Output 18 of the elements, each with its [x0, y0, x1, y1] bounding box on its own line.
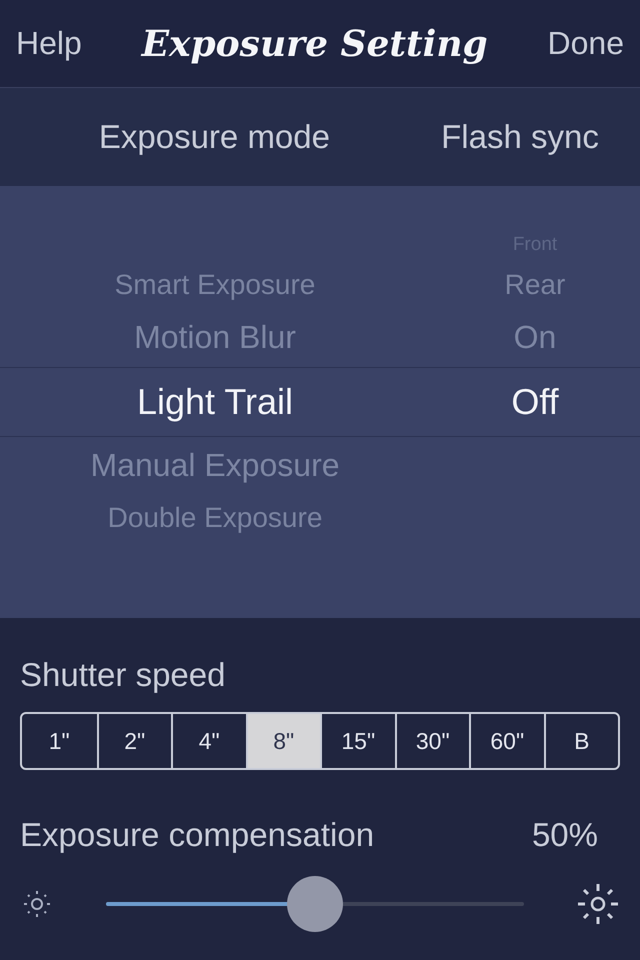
shutter-speed-label: Shutter speed [20, 656, 226, 694]
shutter-speed-option[interactable]: 2" [96, 714, 171, 768]
help-button[interactable]: Help [16, 25, 82, 62]
shutter-speed-option[interactable]: 30" [394, 714, 469, 768]
picker-option[interactable]: Off [511, 381, 559, 423]
shutter-speed-option[interactable]: B [544, 714, 618, 768]
shutter-speed-option[interactable]: 8" [246, 714, 320, 768]
shutter-speed-option[interactable]: 15" [320, 714, 394, 768]
done-button[interactable]: Done [548, 25, 624, 62]
picker-option[interactable]: Light Trail [136, 381, 294, 423]
column-heading: Exposure mode [98, 118, 330, 156]
bright-sun-icon [576, 882, 620, 926]
screen-title: Exposure Setting [142, 22, 488, 64]
column-heading: Flash sync [441, 118, 599, 156]
shutter-speed-option[interactable]: 60" [469, 714, 544, 768]
compensation-value: 50% [532, 816, 598, 854]
exposure-compensation-label: Exposure compensation [20, 816, 374, 854]
shutter-speed-option[interactable]: 1" [22, 714, 96, 768]
